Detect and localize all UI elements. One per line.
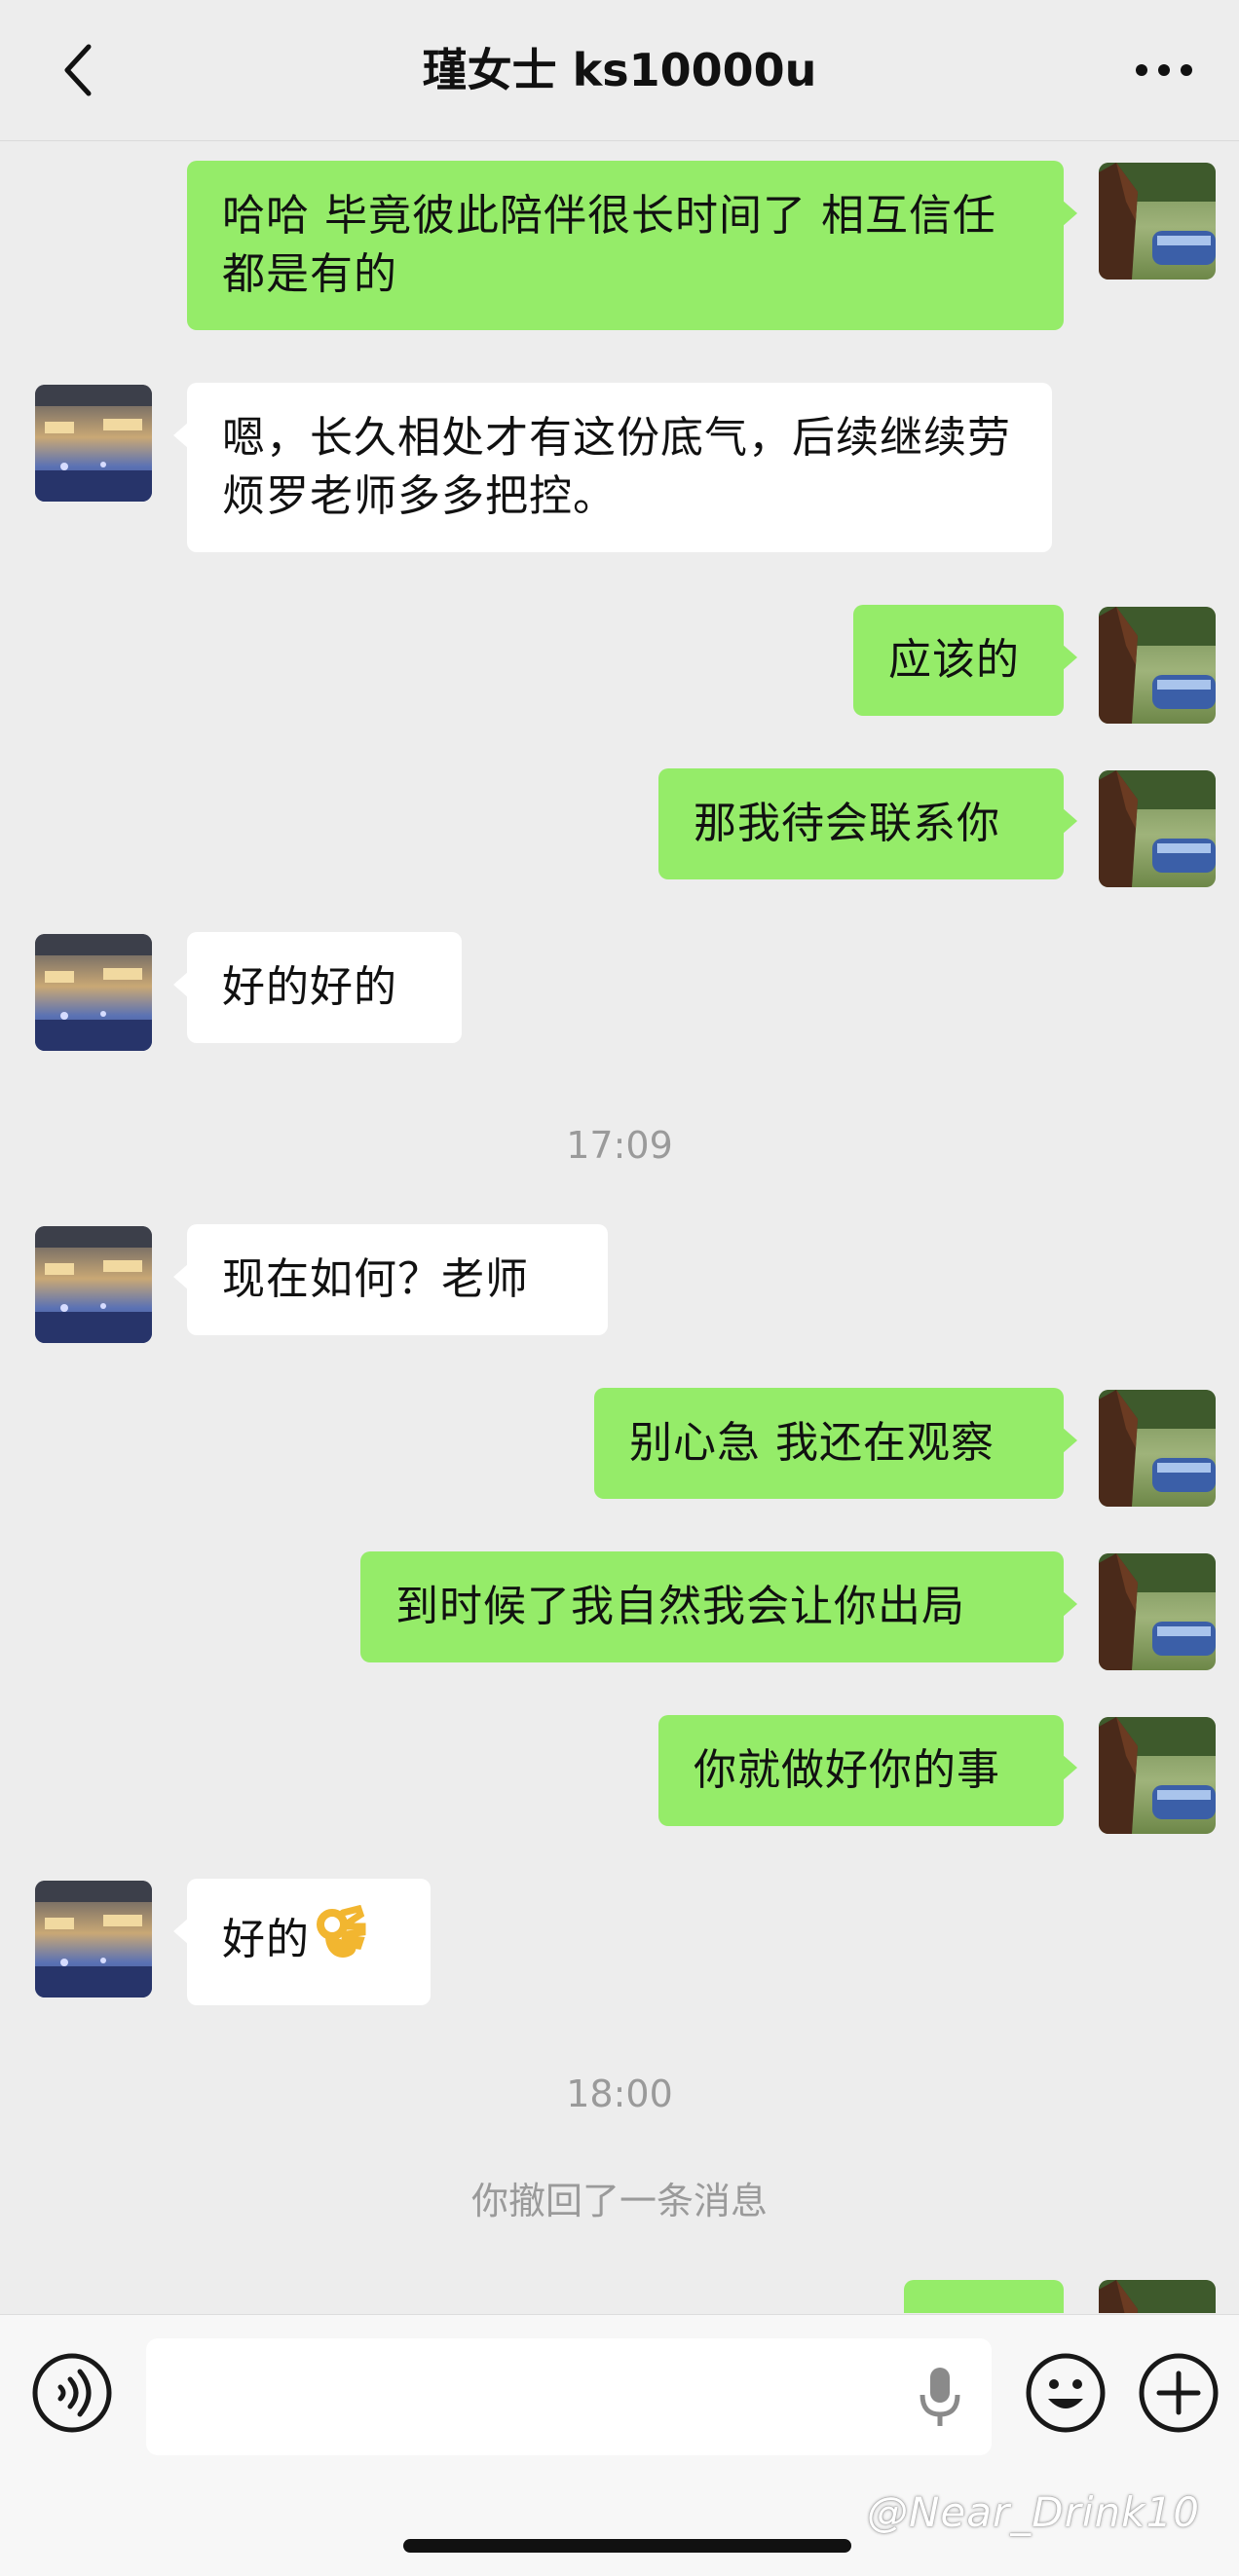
horse-avatar-image — [1099, 2280, 1216, 2313]
voice-icon — [32, 2353, 112, 2433]
voice-toggle-button[interactable] — [31, 2352, 113, 2434]
message-bubble-sent[interactable]: 哈哈 毕竟彼此陪伴很长时间了 相互信任都是有的 — [187, 161, 1077, 330]
contact-avatar[interactable] — [35, 934, 152, 1051]
more-functions-button[interactable] — [1138, 2352, 1220, 2434]
hall-avatar-image — [35, 1226, 152, 1343]
message-input[interactable] — [146, 2338, 992, 2455]
message-text: 好的 — [222, 1915, 310, 1964]
home-indicator[interactable] — [403, 2539, 851, 2553]
horse-avatar-image — [1099, 770, 1216, 887]
plus-icon — [1139, 2353, 1219, 2433]
recall-notice: 你撤回了一条消息 — [470, 2180, 768, 2222]
my-avatar[interactable] — [1099, 163, 1216, 280]
input-bar: @Near_Drink10 — [0, 2314, 1239, 2576]
message-bubble-received[interactable]: 好的好的 — [173, 932, 462, 1043]
horse-avatar-image — [1099, 1553, 1216, 1670]
timestamp: 17:09 — [566, 1124, 673, 1167]
message-bubble-sent[interactable]: 到时候了我自然我会让你出局 — [360, 1551, 1077, 1662]
contact-avatar[interactable] — [35, 1881, 152, 1997]
more-dots-icon — [1136, 64, 1192, 76]
microphone-icon[interactable] — [916, 2364, 964, 2432]
message-bubble-sent[interactable]: 别心急 我还在观察 — [594, 1388, 1077, 1499]
my-avatar[interactable] — [1099, 1553, 1216, 1670]
my-avatar[interactable] — [1099, 2280, 1216, 2313]
contact-avatar[interactable] — [35, 385, 152, 502]
my-avatar[interactable] — [1099, 607, 1216, 724]
chat-title: 瑾女士 ks10000u — [422, 44, 817, 96]
hall-avatar-image — [35, 385, 152, 502]
emoji-face-icon — [1026, 2353, 1106, 2433]
emoji-button[interactable] — [1025, 2352, 1107, 2434]
contact-avatar[interactable] — [35, 1226, 152, 1343]
top-bar: 瑾女士 ks10000u — [0, 0, 1239, 141]
my-avatar[interactable] — [1099, 1390, 1216, 1507]
hall-avatar-image — [35, 934, 152, 1051]
message-bubble-sent[interactable]: 你就做好你的事 — [658, 1715, 1077, 1826]
watermark: @Near_Drink10 — [867, 2488, 1200, 2536]
horse-avatar-image — [1099, 1390, 1216, 1507]
horse-avatar-image — [1099, 1717, 1216, 1834]
chat-area[interactable]: 哈哈 毕竟彼此陪伴很长时间了 相互信任都是有的 嗯，长久相处才有这份底气，后续继… — [0, 141, 1239, 2313]
horse-avatar-image — [1099, 163, 1216, 280]
message-bubble-received[interactable]: 嗯，长久相处才有这份底气，后续继续劳烦罗老师多多把控。 — [173, 383, 1052, 552]
more-button[interactable] — [1130, 47, 1198, 93]
timestamp: 18:00 — [566, 2072, 673, 2115]
ok-hand-emoji-icon — [316, 1904, 366, 1979]
message-bubble-received[interactable]: 好的 — [173, 1879, 431, 2005]
message-bubble-sent[interactable]: 应该的 — [853, 605, 1077, 716]
horse-avatar-image — [1099, 607, 1216, 724]
message-bubble-sent-partial[interactable] — [904, 2280, 1064, 2313]
message-bubble-sent[interactable]: 那我待会联系你 — [658, 768, 1077, 879]
my-avatar[interactable] — [1099, 770, 1216, 887]
hall-avatar-image — [35, 1881, 152, 1997]
my-avatar[interactable] — [1099, 1717, 1216, 1834]
message-bubble-received[interactable]: 现在如何？老师 — [173, 1224, 608, 1335]
